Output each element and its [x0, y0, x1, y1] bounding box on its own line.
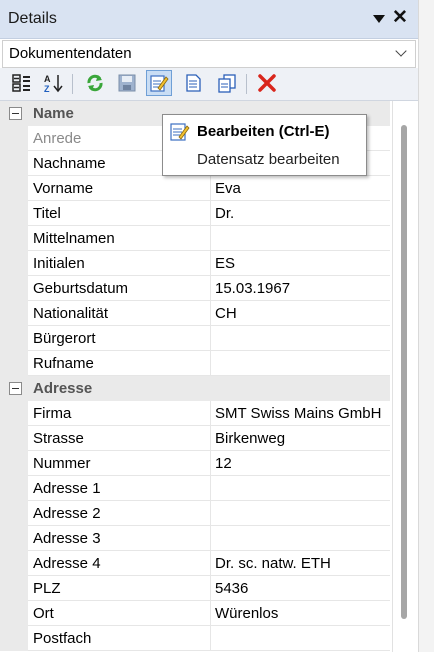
property-label: Nummer	[33, 455, 91, 472]
property-label: Geburtsdatum	[33, 280, 129, 297]
save-icon	[118, 74, 136, 92]
property-row[interactable]: Initialen ES	[0, 251, 390, 276]
view-selector[interactable]: Dokumentendaten	[2, 40, 416, 68]
toolbar-separator	[72, 74, 73, 94]
property-label: Initialen	[33, 255, 85, 272]
property-value[interactable]: Dr. sc. natw. ETH	[215, 555, 331, 572]
property-value[interactable]: 12	[215, 455, 232, 472]
property-label: Firma	[33, 405, 72, 422]
property-value[interactable]: Würenlos	[215, 605, 278, 622]
property-row[interactable]: Nationalität CH	[0, 301, 390, 326]
property-row[interactable]: Geburtsdatum 15.03.1967	[0, 276, 390, 301]
property-label: Strasse	[33, 430, 84, 447]
property-row[interactable]: Adresse 3	[0, 526, 390, 551]
save-button[interactable]	[114, 70, 140, 96]
property-row[interactable]: Titel Dr.	[0, 201, 390, 226]
details-panel: Details ✕ Dokumentendaten A Z Name Anred…	[0, 0, 418, 652]
sort-alphabetical-icon: A Z	[44, 74, 63, 93]
edit-icon	[150, 75, 169, 92]
property-label: Nachname	[33, 155, 106, 172]
property-label: Rufname	[33, 355, 94, 372]
edit-button[interactable]	[146, 70, 172, 96]
property-value[interactable]: Dr.	[215, 205, 234, 222]
property-row[interactable]: Bürgerort	[0, 326, 390, 351]
close-icon[interactable]: ✕	[392, 6, 408, 30]
property-row[interactable]: Rufname	[0, 351, 390, 376]
property-row[interactable]: Adresse 4 Dr. sc. natw. ETH	[0, 551, 390, 576]
property-value[interactable]: Eva	[215, 180, 241, 197]
chevron-down-icon[interactable]	[395, 45, 407, 57]
new-document-button[interactable]	[180, 70, 206, 96]
property-label: Adresse 4	[33, 555, 101, 572]
property-label: Mittelnamen	[33, 230, 115, 247]
refresh-icon	[87, 74, 103, 92]
property-value[interactable]: CH	[215, 305, 237, 322]
scrollbar-thumb[interactable]	[401, 125, 407, 619]
property-value[interactable]: Birkenweg	[215, 430, 285, 447]
property-label: Nationalität	[33, 305, 109, 322]
svg-text:Z: Z	[44, 84, 50, 93]
property-value[interactable]: 5436	[215, 580, 248, 597]
delete-button[interactable]	[254, 70, 280, 96]
property-row[interactable]: PLZ 5436	[0, 576, 390, 601]
category-label: Name	[33, 105, 74, 122]
property-row[interactable]: Strasse Birkenweg	[0, 426, 390, 451]
toolbar: A Z	[0, 68, 418, 101]
property-label: Adresse 1	[33, 480, 101, 497]
copy-document-button[interactable]	[214, 70, 240, 96]
edit-tooltip: Bearbeiten (Ctrl-E) Datensatz bearbeiten	[162, 114, 367, 176]
edit-icon	[170, 123, 190, 141]
side-strip	[418, 0, 434, 652]
property-grid: Name Anrede Nachname Vorname Eva Titel Dr.…	[0, 101, 390, 651]
svg-text:A: A	[44, 74, 51, 84]
categorized-icon	[12, 74, 30, 92]
property-label: PLZ	[33, 580, 61, 597]
copy-document-icon	[218, 74, 236, 93]
property-row[interactable]: Mittelnamen	[0, 226, 390, 251]
panel-titlebar: Details ✕	[0, 0, 418, 39]
property-label: Anrede	[33, 130, 82, 147]
property-label: Ort	[33, 605, 54, 622]
toolbar-separator	[246, 74, 247, 94]
view-selector-value: Dokumentendaten	[9, 45, 132, 62]
property-row[interactable]: Firma SMT Swiss Mains GmbH	[0, 401, 390, 426]
property-row[interactable]: Ort Würenlos	[0, 601, 390, 626]
category-label: Adresse	[33, 380, 93, 397]
categorized-button[interactable]	[8, 70, 34, 96]
delete-icon	[258, 74, 276, 92]
property-value[interactable]: 15.03.1967	[215, 280, 290, 297]
category-adresse[interactable]: Adresse	[0, 376, 390, 401]
refresh-button[interactable]	[82, 70, 108, 96]
property-label: Titel	[33, 205, 61, 222]
vertical-scrollbar[interactable]	[392, 101, 418, 652]
property-value[interactable]: ES	[215, 255, 235, 272]
property-value[interactable]: SMT Swiss Mains GmbH	[215, 405, 381, 422]
panel-title: Details	[8, 10, 57, 27]
property-row[interactable]: Nummer 12	[0, 451, 390, 476]
new-document-icon	[186, 74, 201, 92]
property-label: Postfach	[33, 630, 92, 647]
property-row[interactable]: Adresse 2	[0, 501, 390, 526]
property-row[interactable]: Postfach	[0, 626, 390, 651]
property-label: Adresse 3	[33, 530, 101, 547]
tooltip-title: Bearbeiten (Ctrl-E)	[197, 123, 330, 140]
property-row[interactable]: Vorname Eva	[0, 176, 390, 201]
property-label: Adresse 2	[33, 505, 101, 522]
collapse-icon[interactable]	[9, 382, 22, 395]
collapse-icon[interactable]	[9, 107, 22, 120]
property-row[interactable]: Adresse 1	[0, 476, 390, 501]
property-label: Vorname	[33, 180, 94, 197]
tooltip-description: Datensatz bearbeiten	[197, 151, 340, 168]
property-label: Bürgerort	[33, 330, 96, 347]
pin-dropdown-icon[interactable]	[373, 15, 385, 23]
sort-alphabetical-button[interactable]: A Z	[40, 70, 66, 96]
